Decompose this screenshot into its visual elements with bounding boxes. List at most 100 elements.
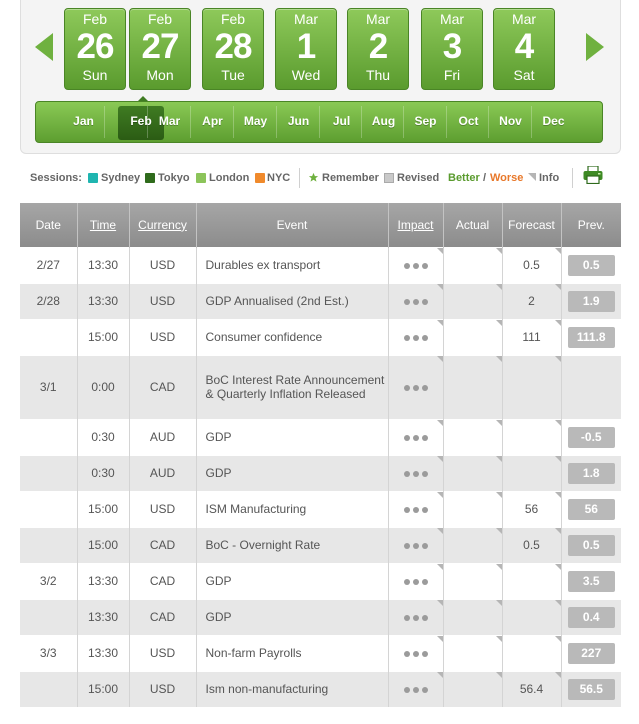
cell-time: 13:30 (77, 634, 130, 671)
header-forecast: Forecast (502, 203, 562, 247)
cell-currency: CAD (129, 354, 197, 419)
header-date: Date (20, 203, 78, 247)
session-sydney[interactable]: Sydney (101, 172, 140, 184)
table-row[interactable]: 3/1 0:00 CAD BoC Interest Rate Announcement… (20, 354, 621, 419)
cell-prev: 56.5 (561, 670, 621, 707)
cell-prev: 0.4 (561, 598, 621, 635)
day-tile-day: 4 (514, 27, 534, 66)
session-london[interactable]: London (209, 172, 249, 184)
day-tile-month: Mar (439, 11, 465, 27)
month-item-may[interactable]: May (234, 102, 277, 142)
day-tile[interactable]: Feb 27 Mon (129, 8, 191, 90)
day-tile[interactable]: Feb 26 Sun (64, 8, 126, 90)
table-row[interactable]: 0:30 AUD GDP -0.5 (20, 418, 621, 455)
month-item-sep[interactable]: Sep (404, 102, 447, 142)
cell-date: 3/2 (20, 562, 78, 599)
month-item-jul[interactable]: Jul (320, 102, 363, 142)
header-impact[interactable]: Impact (388, 203, 444, 247)
month-item-mar[interactable]: Mar (148, 102, 191, 142)
month-item-dec[interactable]: Dec (532, 102, 575, 142)
cell-currency: USD (129, 318, 197, 355)
cell-currency: USD (129, 634, 197, 671)
previous-week-arrow-icon[interactable] (35, 33, 53, 61)
cell-event: Ism non-manufacturing (196, 670, 389, 707)
day-tile-weekday: Fri (443, 67, 461, 83)
day-tile[interactable]: Mar 1 Wed (275, 8, 337, 90)
cell-time: 0:30 (77, 454, 130, 491)
table-row[interactable]: 3/3 13:30 USD Non-farm Payrolls 227 (20, 634, 621, 671)
cell-prev: 1.8 (561, 454, 621, 491)
session-tokyo[interactable]: Tokyo (158, 172, 190, 184)
day-tile-weekday: Sat (513, 67, 535, 83)
day-tile-day: 3 (442, 27, 462, 66)
month-item-nov[interactable]: Nov (489, 102, 532, 142)
cell-impact (388, 598, 444, 635)
month-item-oct[interactable]: Oct (447, 102, 490, 142)
header-time[interactable]: Time (77, 203, 130, 247)
info-triangle-icon (528, 173, 536, 181)
day-tile[interactable]: Mar 2 Thu (347, 8, 409, 90)
cell-prev: 1.9 (561, 282, 621, 319)
prev-value-badge: 0.4 (567, 606, 615, 628)
cell-impact (388, 354, 444, 419)
day-tile-month: Feb (220, 11, 246, 27)
day-tile[interactable]: Mar 3 Fri (421, 8, 483, 90)
impact-dots-icon (402, 502, 429, 516)
cell-currency: USD (129, 246, 197, 283)
cell-time: 0:30 (77, 418, 130, 455)
month-item-jan[interactable]: Jan (62, 102, 105, 142)
session-nyc[interactable]: NYC (267, 172, 290, 184)
print-icon[interactable] (583, 166, 603, 184)
prev-value-badge: 227 (567, 642, 615, 664)
legend-divider-print (572, 168, 573, 188)
cell-impact (388, 454, 444, 491)
cell-forecast (502, 562, 562, 599)
cell-impact (388, 634, 444, 671)
table-row[interactable]: 2/27 13:30 USD Durables ex transport 0.5 0.5 (20, 246, 621, 283)
day-tile[interactable]: Feb 28 Tue (202, 8, 264, 90)
cell-time: 15:00 (77, 526, 130, 563)
day-tile-day: 28 (214, 27, 253, 66)
impact-dots-icon (402, 330, 429, 344)
cell-actual (443, 318, 503, 355)
cell-prev: 227 (561, 634, 621, 671)
table-row[interactable]: 3/2 13:30 CAD GDP 3.5 (20, 562, 621, 599)
table-row[interactable]: 15:00 USD Consumer confidence 111 111.8 (20, 318, 621, 355)
cell-date: 2/28 (20, 282, 78, 319)
cell-impact (388, 318, 444, 355)
cell-time: 13:30 (77, 246, 130, 283)
cell-date: 3/1 (20, 354, 78, 419)
cell-time: 15:00 (77, 318, 130, 355)
cell-date (20, 670, 78, 707)
header-currency[interactable]: Currency (129, 203, 197, 247)
next-week-arrow-icon[interactable] (586, 33, 604, 61)
cell-impact (388, 490, 444, 527)
table-row[interactable]: 15:00 USD ISM Manufacturing 56 56 (20, 490, 621, 527)
cell-forecast: 56.4 (502, 670, 562, 707)
impact-dots-icon (402, 538, 429, 552)
cell-time: 13:30 (77, 598, 130, 635)
month-item-aug[interactable]: Aug (362, 102, 405, 142)
remember-label[interactable]: Remember (322, 172, 379, 184)
cell-impact (388, 562, 444, 599)
better-label: Better (448, 172, 480, 184)
table-row[interactable]: 0:30 AUD GDP 1.8 (20, 454, 621, 491)
day-tile[interactable]: Mar 4 Sat (493, 8, 555, 90)
cell-time: 13:30 (77, 282, 130, 319)
cell-actual (443, 354, 503, 419)
prev-value-badge: 0.5 (567, 534, 615, 556)
table-row[interactable]: 13:30 CAD GDP 0.4 (20, 598, 621, 635)
month-separator (104, 106, 105, 138)
table-row[interactable]: 15:00 USD Ism non-manufacturing 56.4 56.5 (20, 670, 621, 707)
star-icon (308, 172, 319, 182)
table-row[interactable]: 2/28 13:30 USD GDP Annualised (2nd Est.) 2 1.… (20, 282, 621, 319)
tokyo-swatch-icon (145, 173, 155, 183)
cell-event: Durables ex transport (196, 246, 389, 283)
cell-actual (443, 598, 503, 635)
table-row[interactable]: 15:00 CAD BoC - Overnight Rate 0.5 0.5 (20, 526, 621, 563)
sydney-swatch-icon (88, 173, 98, 183)
month-item-apr[interactable]: Apr (191, 102, 234, 142)
cell-currency: AUD (129, 418, 197, 455)
month-item-jun[interactable]: Jun (277, 102, 320, 142)
cell-currency: USD (129, 490, 197, 527)
